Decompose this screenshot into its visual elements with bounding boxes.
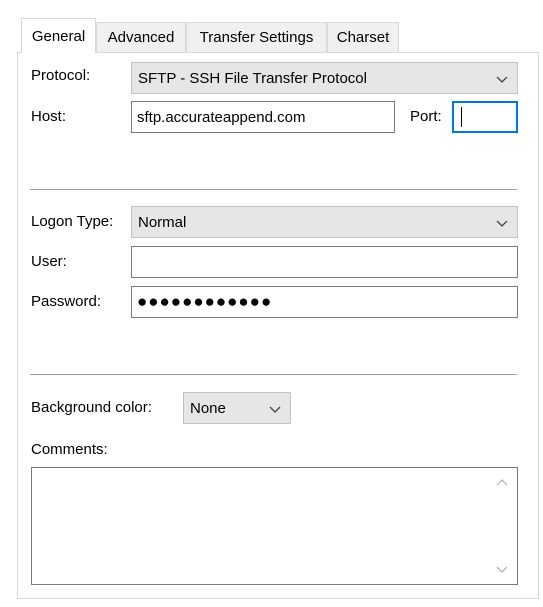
background-color-value: None — [190, 399, 226, 417]
background-color-dropdown[interactable]: None — [183, 392, 291, 424]
protocol-label: Protocol: — [31, 67, 91, 84]
tab-general[interactable]: General — [21, 18, 96, 53]
tab-advanced[interactable]: Advanced — [96, 22, 186, 52]
logon-type-value: Normal — [138, 213, 187, 231]
separator-1 — [30, 189, 517, 190]
chevron-down-icon — [269, 406, 281, 413]
host-input[interactable]: sftp.accurateappend.com — [131, 101, 395, 133]
tab-general-label: General — [31, 27, 86, 45]
scroll-down-arrow-icon[interactable] — [496, 566, 508, 574]
logon-type-dropdown[interactable]: Normal — [131, 206, 518, 238]
scroll-up-arrow-icon[interactable] — [496, 478, 508, 486]
tab-charset-label: Charset — [336, 29, 390, 46]
user-input[interactable] — [131, 246, 518, 278]
tab-charset[interactable]: Charset — [327, 22, 399, 52]
tab-transfer-settings[interactable]: Transfer Settings — [186, 22, 327, 52]
password-input[interactable]: ●●●●●●●●●●●● — [131, 286, 518, 318]
user-label: User: — [31, 253, 67, 270]
separator-2 — [30, 374, 517, 375]
logon-type-label: Logon Type: — [31, 213, 114, 230]
comments-textarea[interactable] — [31, 467, 518, 585]
password-value: ●●●●●●●●●●●● — [137, 292, 273, 311]
password-label: Password: — [31, 293, 102, 310]
tab-transfer-settings-label: Transfer Settings — [199, 29, 314, 46]
text-cursor — [461, 107, 462, 127]
background-color-label: Background color: — [31, 399, 152, 416]
tab-advanced-label: Advanced — [107, 29, 175, 46]
port-input[interactable] — [452, 101, 518, 133]
chevron-down-icon — [496, 76, 508, 83]
host-value: sftp.accurateappend.com — [137, 108, 306, 126]
protocol-value: SFTP - SSH File Transfer Protocol — [138, 69, 367, 87]
chevron-down-icon — [496, 220, 508, 227]
host-label: Host: — [31, 108, 67, 125]
comments-label: Comments: — [31, 441, 108, 458]
protocol-dropdown[interactable]: SFTP - SSH File Transfer Protocol — [131, 62, 518, 94]
port-label: Port: — [410, 108, 442, 125]
